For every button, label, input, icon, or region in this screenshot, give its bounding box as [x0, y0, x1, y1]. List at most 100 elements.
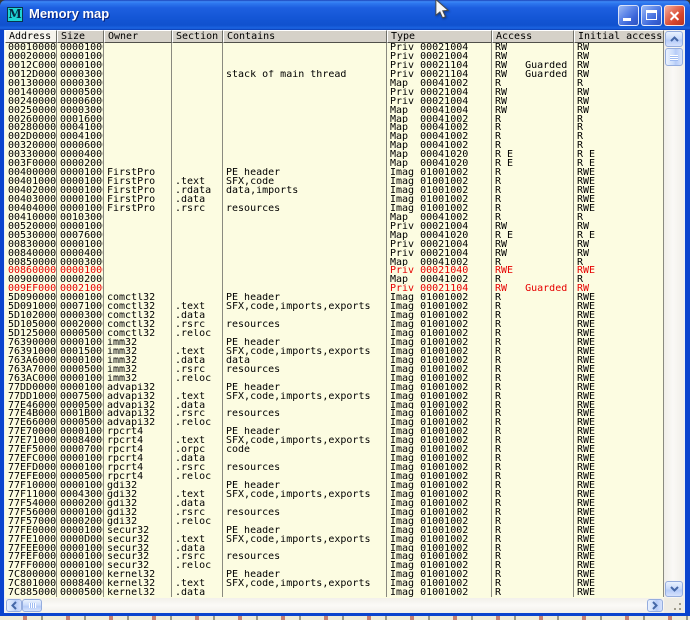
cell-contains: [223, 401, 387, 410]
table-row[interactable]: 5D091000 00071000 comctl32 .text SFX,cod…: [5, 302, 664, 311]
table-row[interactable]: 77EFD000 00001000 rpcrt4 .rsrc resources…: [5, 463, 664, 472]
cell-access: R E: [492, 150, 574, 159]
vertical-scrollbar[interactable]: [664, 30, 684, 598]
cell-owner: [104, 123, 172, 132]
cell-size: 00071000: [57, 302, 104, 311]
cell-access: R: [492, 490, 574, 499]
table-row[interactable]: 00320000 00006000 Map 00041002 R R: [5, 141, 664, 150]
table-row[interactable]: 5D102000 00003000 comctl32 .data Imag 01…: [5, 311, 664, 320]
table-row[interactable]: 00410000 00103000 Map 00041002 R R: [5, 213, 664, 222]
vertical-scroll-thumb[interactable]: [665, 48, 683, 66]
column-header-access[interactable]: Access: [492, 30, 574, 43]
close-button[interactable]: [664, 5, 685, 26]
table-row[interactable]: 00020000 00001000 Priv 00021004 RW RW: [5, 52, 664, 61]
table-row[interactable]: 77FEF000 00001000 secur32 .rsrc resource…: [5, 552, 664, 561]
horizontal-scroll-thumb[interactable]: [22, 599, 42, 612]
table-row[interactable]: 00530000 00076000 Map 00041020 R E R E: [5, 231, 664, 240]
table-row[interactable]: 77F56000 00001000 gdi32 .rsrc resources …: [5, 508, 664, 517]
table-row[interactable]: 77F54000 00002000 gdi32 .data Imag 01001…: [5, 499, 664, 508]
table-row[interactable]: 77F57000 00002000 gdi32 .reloc Imag 0100…: [5, 517, 664, 526]
cell-size: 00001000: [57, 338, 104, 347]
table-row[interactable]: 77E66000 00005000 advapi32 .reloc Imag 0…: [5, 418, 664, 427]
cell-access: R: [492, 168, 574, 177]
table-row[interactable]: 7C800000 00001000 kernel32 PE header Ima…: [5, 570, 664, 579]
table-row[interactable]: 00401000 00001000 FirstPro .text SFX,cod…: [5, 177, 664, 186]
table-row[interactable]: 00830000 00001000 Priv 00021004 RW RW: [5, 240, 664, 249]
cell-type: Imag 01001002: [387, 356, 492, 365]
table-row[interactable]: 00402000 00001000 FirstPro .rdata data,i…: [5, 186, 664, 195]
table-row[interactable]: 77DD1000 00075000 advapi32 .text SFX,cod…: [5, 392, 664, 401]
table-row[interactable]: 77FEE000 00001000 secur32 .data Imag 010…: [5, 544, 664, 553]
table-row[interactable]: 00850000 00003000 Map 00041002 R R: [5, 258, 664, 267]
table-row[interactable]: 00130000 00003000 Map 00041002 R R: [5, 79, 664, 88]
table-row[interactable]: 77EF5000 00007000 rpcrt4 .orpc code Imag…: [5, 445, 664, 454]
scroll-left-button[interactable]: [6, 599, 22, 612]
table-row[interactable]: 77F11000 00043000 gdi32 .text SFX,code,i…: [5, 490, 664, 499]
table-row[interactable]: 763AC000 00001000 imm32 .reloc Imag 0100…: [5, 374, 664, 383]
column-header-section[interactable]: Section: [172, 30, 223, 43]
scroll-down-button[interactable]: [665, 581, 683, 597]
table-row[interactable]: 763A7000 00005000 imm32 .rsrc resources …: [5, 365, 664, 374]
table-row[interactable]: 00860000 00001000 Priv 00021040 RWE RWE: [5, 266, 664, 275]
cell-type: Priv 00021004: [387, 222, 492, 231]
table-row[interactable]: 77FF0000 00001000 secur32 .reloc Imag 01…: [5, 561, 664, 570]
scroll-up-button[interactable]: [665, 31, 683, 47]
table-row[interactable]: 5D105000 00020000 comctl32 .rsrc resourc…: [5, 320, 664, 329]
table-row[interactable]: 76390000 00001000 imm32 PE header Imag 0…: [5, 338, 664, 347]
table-row[interactable]: 77EFC000 00001000 rpcrt4 .data Imag 0100…: [5, 454, 664, 463]
window-controls: [618, 5, 685, 26]
table-row[interactable]: 5D125000 00005000 comctl32 .reloc Imag 0…: [5, 329, 664, 338]
horizontal-scrollbar[interactable]: [5, 598, 664, 613]
table-row[interactable]: 77E70000 00001000 rpcrt4 PE header Imag …: [5, 427, 664, 436]
table-row[interactable]: 77DD0000 00001000 advapi32 PE header Ima…: [5, 383, 664, 392]
column-header-size[interactable]: Size: [57, 30, 104, 43]
column-header-owner[interactable]: Owner: [104, 30, 172, 43]
table-row[interactable]: 77E46000 00005000 advapi32 .data Imag 01…: [5, 401, 664, 410]
table-row[interactable]: 77F10000 00001000 gdi32 PE header Imag 0…: [5, 481, 664, 490]
table-row[interactable]: 00520000 00001000 Priv 00021004 RW RW: [5, 222, 664, 231]
table-row[interactable]: 00240000 00006000 Priv 00021004 RW RW: [5, 97, 664, 106]
table-row[interactable]: 00900000 00002000 Map 00041002 R R: [5, 275, 664, 284]
table-row[interactable]: 763A6000 00001000 imm32 .data data Imag …: [5, 356, 664, 365]
column-header-contains[interactable]: Contains: [223, 30, 387, 43]
table-row[interactable]: 77FE1000 0000D000 secur32 .text SFX,code…: [5, 535, 664, 544]
table-row[interactable]: 002D0000 00041000 Map 00041002 R R: [5, 132, 664, 141]
column-header-type[interactable]: Type: [387, 30, 492, 43]
table-row[interactable]: 0012C000 00001000 Priv 00021104 RW Guard…: [5, 61, 664, 70]
table-row[interactable]: 5D090000 00001000 comctl32 PE header Ima…: [5, 293, 664, 302]
cell-section: [172, 106, 223, 115]
cell-address: 00860000: [5, 266, 57, 275]
table-row[interactable]: 003F0000 00002000 Map 00041020 R E R E: [5, 159, 664, 168]
cell-size: 00001000: [57, 383, 104, 392]
column-header-initial-access[interactable]: Initial access: [574, 30, 664, 43]
cell-type: Map 00041002: [387, 141, 492, 150]
scroll-right-button[interactable]: [647, 599, 663, 612]
table-row[interactable]: 00280000 00041000 Map 00041002 R R: [5, 123, 664, 132]
table-row[interactable]: 0012D000 00003000 stack of main thread P…: [5, 70, 664, 79]
title-bar[interactable]: M Memory map: [0, 0, 690, 30]
table-row[interactable]: 00404000 00001000 FirstPro .rsrc resourc…: [5, 204, 664, 213]
maximize-button[interactable]: [641, 5, 662, 26]
table-row[interactable]: 76391000 00015000 imm32 .text SFX,code,i…: [5, 347, 664, 356]
table-row[interactable]: 7C885000 00005000 kernel32 .data Imag 01…: [5, 588, 664, 597]
table-row[interactable]: 009EF000 00021000 Priv 00021104 RW Guard…: [5, 284, 664, 293]
resize-grip[interactable]: [664, 598, 684, 613]
table-row[interactable]: 00330000 00004000 Map 00041020 R E R E: [5, 150, 664, 159]
ollydbg-window-icon[interactable]: M: [7, 7, 23, 22]
minimize-button[interactable]: [618, 5, 639, 26]
table-row[interactable]: 00400000 00001000 FirstPro PE header Ima…: [5, 168, 664, 177]
table-row[interactable]: 00250000 00003000 Map 00041004 RW RW: [5, 106, 664, 115]
cell-type: Map 00041002: [387, 213, 492, 222]
table-row[interactable]: 7C801000 00084000 kernel32 .text SFX,cod…: [5, 579, 664, 588]
table-row[interactable]: 00140000 00005000 Priv 00021004 RW RW: [5, 88, 664, 97]
table-row[interactable]: 00840000 00004000 Priv 00021004 RW RW: [5, 249, 664, 258]
table-row[interactable]: 77EFE000 00005000 rpcrt4 .reloc Imag 010…: [5, 472, 664, 481]
table-row[interactable]: 00010000 00001000 Priv 00021004 RW RW: [5, 43, 664, 52]
column-header-address[interactable]: Address: [5, 30, 57, 43]
cell-owner: gdi32: [104, 517, 172, 526]
table-row[interactable]: 00260000 00016000 Map 00041002 R R: [5, 115, 664, 124]
table-row[interactable]: 00403000 00001000 FirstPro .data Imag 01…: [5, 195, 664, 204]
table-row[interactable]: 77E4B000 0001B000 advapi32 .rsrc resourc…: [5, 409, 664, 418]
table-row[interactable]: 77FE0000 00001000 secur32 PE header Imag…: [5, 526, 664, 535]
table-row[interactable]: 77E71000 00084000 rpcrt4 .text SFX,code,…: [5, 436, 664, 445]
